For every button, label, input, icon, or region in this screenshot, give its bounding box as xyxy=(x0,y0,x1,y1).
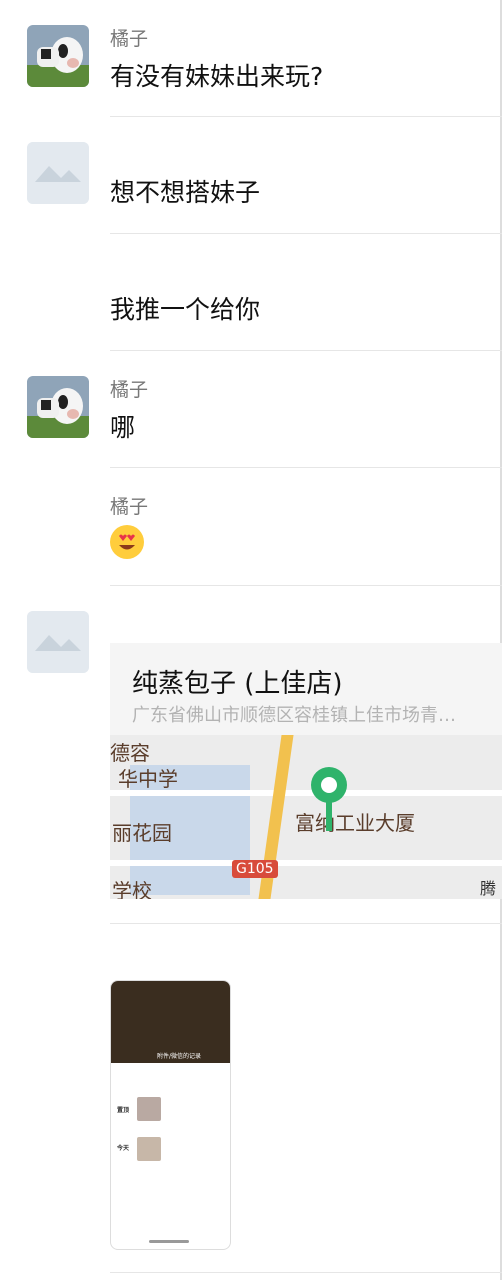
home-indicator xyxy=(149,1240,189,1243)
map-label: 德容 xyxy=(110,741,150,765)
avatar-cow[interactable] xyxy=(27,376,89,438)
divider xyxy=(110,1272,502,1273)
divider xyxy=(110,350,502,351)
sender-name: 橘子 xyxy=(110,379,149,401)
divider xyxy=(110,116,502,117)
road-badge: G105 xyxy=(232,860,278,878)
thumbnail-row-label: 今天 xyxy=(117,1145,130,1152)
screenshot-thumbnail[interactable]: 附件/微信的记录 置顶 今天 xyxy=(110,980,231,1250)
avatar-placeholder[interactable] xyxy=(27,142,89,204)
message-text[interactable]: 我推一个给你 xyxy=(110,290,260,326)
thumbnail-header-text: 附件/微信的记录 xyxy=(157,1053,202,1060)
avatar-cow[interactable] xyxy=(27,25,89,87)
message-text[interactable]: 哪 xyxy=(110,408,135,444)
thumbnail-row-image xyxy=(137,1137,161,1161)
map-road xyxy=(110,860,502,866)
divider xyxy=(110,467,502,468)
cow-avatar-image xyxy=(27,376,89,438)
location-pin-icon xyxy=(311,767,347,831)
location-map[interactable]: 德容 华中学 丽花园 富纳工业大厦 学校 G105 腾讯 xyxy=(110,735,502,899)
sender-name: 橘子 xyxy=(110,496,149,518)
map-provider-label: 腾讯 xyxy=(480,879,497,898)
divider xyxy=(110,585,502,586)
thumbnail-row-image xyxy=(137,1097,161,1121)
heart-eyes-emoji-icon[interactable] xyxy=(110,525,144,559)
divider xyxy=(110,923,502,924)
map-label: 学校 xyxy=(112,879,152,899)
message-text[interactable]: 想不想搭妹子 xyxy=(110,173,260,209)
map-label: 丽花园 xyxy=(112,821,172,845)
divider xyxy=(110,233,502,234)
sender-name: 橘子 xyxy=(110,28,149,50)
heart-eyes-icon xyxy=(111,526,143,558)
location-address: 广东省佛山市顺德区容桂镇上佳市场青… xyxy=(132,705,456,726)
message-text[interactable]: 有没有妹妹出来玩? xyxy=(110,57,323,93)
thumbnail-row-label: 置顶 xyxy=(117,1107,130,1114)
image-placeholder-icon xyxy=(27,142,89,204)
cow-avatar-image xyxy=(27,25,89,87)
image-placeholder-icon xyxy=(27,611,89,673)
avatar-placeholder[interactable] xyxy=(27,611,89,673)
location-card[interactable]: 纯蒸包子 (上佳店) 广东省佛山市顺德区容桂镇上佳市场青… 德容 华中学 丽花园… xyxy=(110,643,502,899)
map-label: 华中学 xyxy=(118,767,178,791)
location-title: 纯蒸包子 (上佳店) xyxy=(132,669,343,699)
